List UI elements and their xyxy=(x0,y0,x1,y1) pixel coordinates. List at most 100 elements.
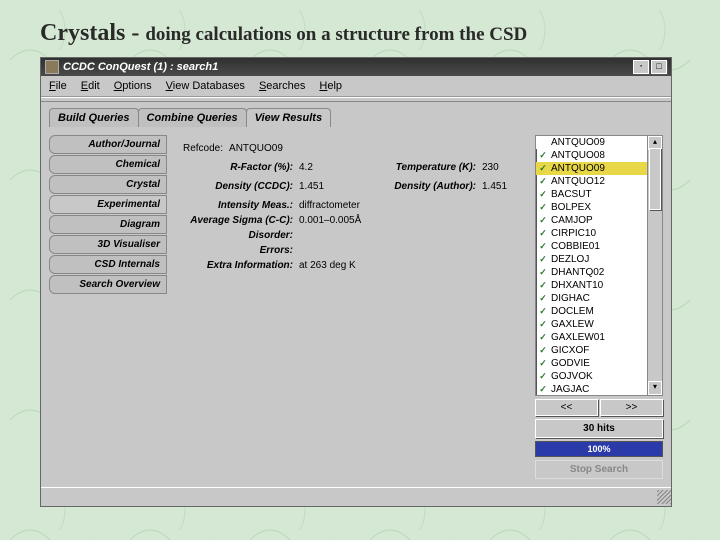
list-item-label: DOCLEM xyxy=(551,306,594,317)
extra-info-value: at 263 deg K xyxy=(299,260,519,271)
menubar: File Edit Options View Databases Searche… xyxy=(41,76,671,97)
check-icon: ✓ xyxy=(538,177,548,187)
list-item-label: ANTQUO12 xyxy=(551,176,605,187)
hits-count: 30 hits xyxy=(535,419,663,438)
check-icon: ✓ xyxy=(538,190,548,200)
list-item-label: GOJVOK xyxy=(551,371,593,382)
resize-grip-icon[interactable] xyxy=(657,490,671,504)
menu-file[interactable]: File xyxy=(49,80,67,92)
list-item[interactable]: ✓BACSUT xyxy=(536,188,662,201)
refcode-label: Refcode: xyxy=(183,143,223,154)
check-icon: ✓ xyxy=(538,164,548,174)
check-icon: ✓ xyxy=(538,294,548,304)
list-item-label: GAXLEW xyxy=(551,319,594,330)
scroll-thumb[interactable] xyxy=(649,148,661,210)
list-item[interactable]: ✓ANTQUO08 xyxy=(536,149,662,162)
titlebar: CCDC ConQuest (1) : search1 · □ xyxy=(41,58,671,76)
check-icon: ✓ xyxy=(538,372,548,382)
intensity-label: Intensity Meas.: xyxy=(183,200,293,211)
temperature-label: Temperature (K): xyxy=(366,162,476,173)
list-item[interactable]: ✓GODVIE xyxy=(536,357,662,370)
list-item[interactable]: ✓GICXOF xyxy=(536,344,662,357)
sidetab-author[interactable]: Author/Journal xyxy=(49,135,167,154)
maximize-button[interactable]: □ xyxy=(651,60,667,74)
list-header: ANTQUO09 xyxy=(536,136,662,149)
scrollbar[interactable]: ▴ ▾ xyxy=(647,136,662,395)
list-item[interactable]: ✓DEZLOJ xyxy=(536,253,662,266)
list-item-label: DIGHAC xyxy=(551,293,590,304)
check-icon: ✓ xyxy=(538,359,548,369)
sidetab-csd-internals[interactable]: CSD Internals xyxy=(49,255,167,274)
sigma-label: Average Sigma (C-C): xyxy=(183,215,293,226)
rfactor-label: R-Factor (%): xyxy=(183,162,293,173)
list-item-label: DEZLOJ xyxy=(551,254,589,265)
list-item-label: GODVIE xyxy=(551,358,590,369)
list-item-label: BOLPEX xyxy=(551,202,591,213)
density-ccdc-label: Density (CCDC): xyxy=(183,181,293,192)
tab-combine-queries[interactable]: Combine Queries xyxy=(138,108,247,127)
window-title: CCDC ConQuest (1) : search1 xyxy=(63,61,633,73)
list-item[interactable]: ✓GAXLEW xyxy=(536,318,662,331)
details-panel: Refcode: ANTQUO09 R-Factor (%): 4.2 Temp… xyxy=(175,135,527,479)
check-icon: ✓ xyxy=(538,320,548,330)
app-icon xyxy=(45,60,59,74)
list-item-label: BACSUT xyxy=(551,189,592,200)
check-icon: ✓ xyxy=(538,242,548,252)
list-item[interactable]: ✓DHXANT10 xyxy=(536,279,662,292)
tab-view-results[interactable]: View Results xyxy=(246,108,331,127)
check-icon: ✓ xyxy=(538,307,548,317)
list-item[interactable]: ✓COBBIE01 xyxy=(536,240,662,253)
tab-build-queries[interactable]: Build Queries xyxy=(49,108,139,127)
list-item[interactable]: ✓CAMJOP xyxy=(536,214,662,227)
sidetab-3d-visualiser[interactable]: 3D Visualiser xyxy=(49,235,167,254)
list-item[interactable]: ✓DHANTQ02 xyxy=(536,266,662,279)
menu-searches[interactable]: Searches xyxy=(259,80,305,92)
list-item[interactable]: ✓BOLPEX xyxy=(536,201,662,214)
menu-help[interactable]: Help xyxy=(319,80,342,92)
sidetab-search-overview[interactable]: Search Overview xyxy=(49,275,167,294)
minimize-button[interactable]: · xyxy=(633,60,649,74)
sidetab-chemical[interactable]: Chemical xyxy=(49,155,167,174)
scroll-down-icon[interactable]: ▾ xyxy=(648,381,662,395)
tab-bar: Build Queries Combine Queries View Resul… xyxy=(41,102,671,127)
sidetab-diagram[interactable]: Diagram xyxy=(49,215,167,234)
errors-value xyxy=(299,245,519,256)
menu-edit[interactable]: Edit xyxy=(81,80,100,92)
list-item[interactable]: ✓JAGJAC xyxy=(536,383,662,396)
list-item[interactable]: ✓GAXLEW01 xyxy=(536,331,662,344)
results-listbox[interactable]: ANTQUO09 ✓ANTQUO08✓ANTQUO09✓ANTQUO12✓BAC… xyxy=(535,135,663,396)
list-item[interactable]: ✓DIGHAC xyxy=(536,292,662,305)
statusbar xyxy=(41,487,671,506)
check-icon: ✓ xyxy=(538,216,548,226)
intensity-value: diffractometer xyxy=(299,200,519,211)
check-icon: ✓ xyxy=(538,268,548,278)
list-item[interactable]: ✓ANTQUO09 xyxy=(536,162,662,175)
sidetab-crystal[interactable]: Crystal xyxy=(49,175,167,194)
list-item-label: ANTQUO08 xyxy=(551,150,605,161)
list-item[interactable]: ✓GOJVOK xyxy=(536,370,662,383)
progress-bar: 100% xyxy=(535,441,663,457)
check-icon: ✓ xyxy=(538,151,548,161)
check-icon: ✓ xyxy=(538,281,548,291)
app-window: CCDC ConQuest (1) : search1 · □ File Edi… xyxy=(40,57,672,507)
prev-button[interactable]: << xyxy=(535,399,598,416)
results-panel: ANTQUO09 ✓ANTQUO08✓ANTQUO09✓ANTQUO12✓BAC… xyxy=(535,135,663,479)
stop-search-button[interactable]: Stop Search xyxy=(535,460,663,479)
check-icon: ✓ xyxy=(538,255,548,265)
list-item-label: JAGJAC xyxy=(551,384,589,395)
menu-options[interactable]: Options xyxy=(114,80,152,92)
rfactor-value: 4.2 xyxy=(299,162,336,173)
refcode-value: ANTQUO09 xyxy=(229,143,283,154)
list-item-label: DHXANT10 xyxy=(551,280,603,291)
slide-title: Crystals - doing calculations on a struc… xyxy=(40,20,680,47)
list-item[interactable]: ✓ANTQUO12 xyxy=(536,175,662,188)
list-item-label: GICXOF xyxy=(551,345,589,356)
next-button[interactable]: >> xyxy=(600,399,663,416)
sidetab-experimental[interactable]: Experimental xyxy=(49,195,167,214)
list-item[interactable]: ✓DOCLEM xyxy=(536,305,662,318)
check-icon: ✓ xyxy=(538,346,548,356)
density-author-value: 1.451 xyxy=(482,181,519,192)
list-item[interactable]: ✓CIRPIC10 xyxy=(536,227,662,240)
temperature-value: 230 xyxy=(482,162,519,173)
menu-view-databases[interactable]: View Databases xyxy=(166,80,245,92)
